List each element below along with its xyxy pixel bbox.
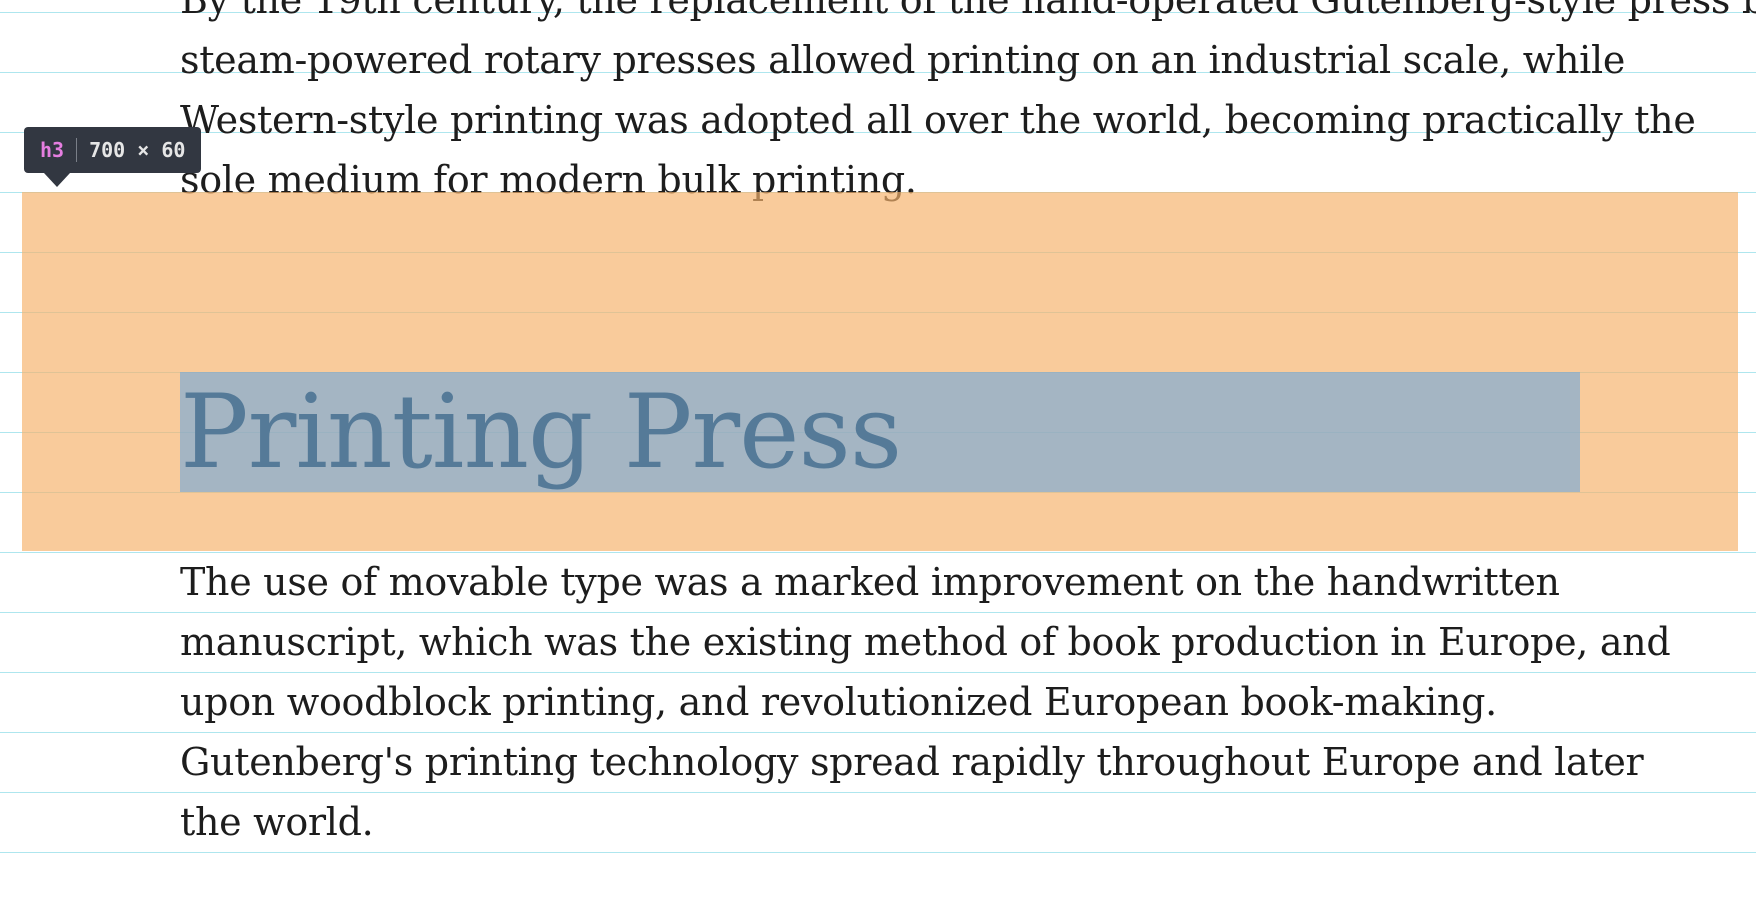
paragraph-after-heading: The use of movable type was a marked imp… <box>180 552 1671 852</box>
paragraph-line: steam-powered rotary presses allowed pri… <box>180 38 1626 82</box>
tooltip-divider <box>76 138 78 162</box>
paragraph-line: Western-style printing was adopted all o… <box>180 98 1696 142</box>
paragraph-line: Gutenberg's printing technology spread r… <box>180 740 1644 784</box>
tooltip-tag-name: h3 <box>40 138 65 162</box>
paragraph-line: the world. <box>180 800 374 844</box>
inspector-tooltip: h3 700 × 60 <box>24 127 202 173</box>
section-heading: Printing Press <box>180 373 902 492</box>
paragraph-line: manuscript, which was the existing metho… <box>180 620 1671 664</box>
paragraph-line: The use of movable type was a marked imp… <box>180 560 1560 604</box>
paragraph-line: By the 19th century, the replacement of … <box>180 0 1756 22</box>
tooltip-arrow-icon <box>44 173 70 187</box>
paragraph-line: upon woodblock printing, and revolutioni… <box>180 680 1497 724</box>
paragraph-before-heading: By the 19th century, the replacement of … <box>180 0 1756 210</box>
page-canvas: By the 19th century, the replacement of … <box>0 0 1756 912</box>
tooltip-dimensions: 700 × 60 <box>89 138 186 162</box>
